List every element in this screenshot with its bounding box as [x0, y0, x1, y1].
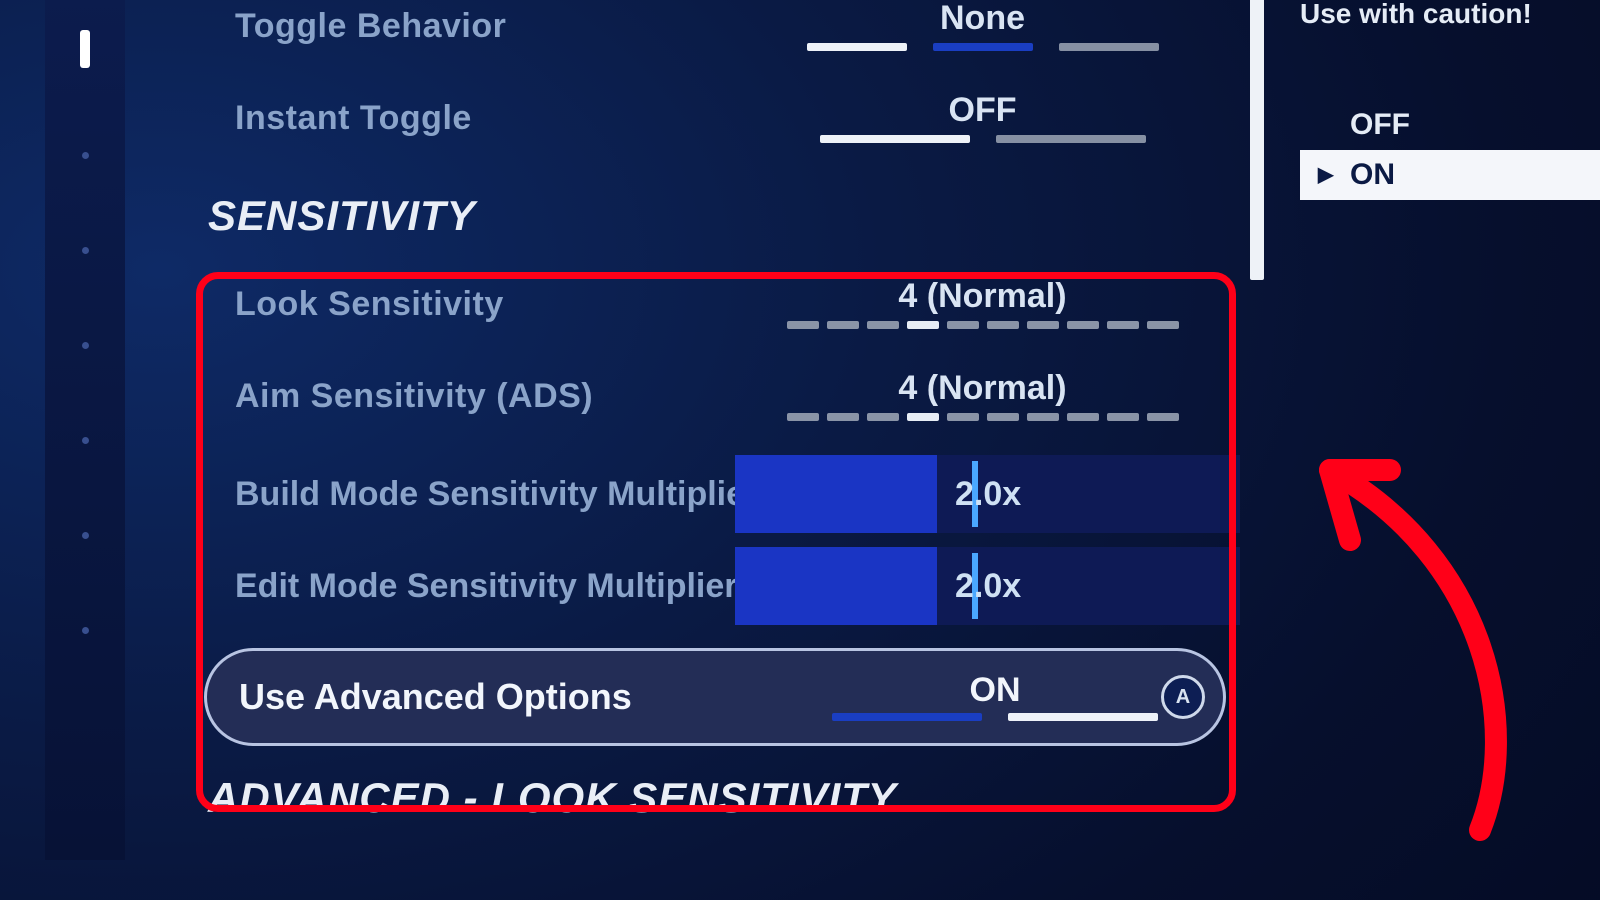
- slider-fill: [735, 547, 937, 625]
- label-aim-sensitivity: Aim Sensitivity (ADS): [235, 377, 755, 416]
- ticks-aim-sensitivity: [787, 413, 1179, 421]
- nav-dot-icon[interactable]: [82, 532, 89, 539]
- slider-fill: [735, 455, 937, 533]
- slider-build-multiplier[interactable]: 2.0x: [735, 455, 1240, 533]
- row-aim-sensitivity[interactable]: Aim Sensitivity (ADS) 4 (Normal): [190, 350, 1240, 442]
- nav-dot-icon[interactable]: [82, 152, 89, 159]
- label-look-sensitivity: Look Sensitivity: [235, 285, 755, 324]
- help-option-on[interactable]: ON: [1300, 150, 1600, 200]
- control-toggle-behavior[interactable]: None: [755, 1, 1210, 51]
- control-use-advanced[interactable]: ON: [799, 673, 1191, 721]
- value-instant-toggle: OFF: [949, 93, 1017, 127]
- help-panel: Use with caution! OFF ON: [1300, 0, 1600, 200]
- control-aim-sensitivity[interactable]: 4 (Normal): [755, 371, 1210, 421]
- row-look-sensitivity[interactable]: Look Sensitivity 4 (Normal): [190, 258, 1240, 350]
- row-edit-multiplier[interactable]: Edit Mode Sensitivity Multiplier 2.0x: [190, 546, 1240, 626]
- section-advanced-look: ADVANCED - LOOK SENSITIVITY: [190, 746, 1240, 840]
- nav-dot-icon[interactable]: [82, 247, 89, 254]
- row-instant-toggle[interactable]: Instant Toggle OFF: [190, 72, 1240, 164]
- label-use-advanced: Use Advanced Options: [239, 676, 799, 718]
- help-warning: Use with caution!: [1300, 0, 1600, 30]
- annotation-arrow-icon: [1270, 430, 1530, 850]
- left-nav: [45, 0, 125, 860]
- row-use-advanced-options[interactable]: Use Advanced Options ON A: [204, 648, 1226, 746]
- label-toggle-behavior: Toggle Behavior: [235, 7, 755, 46]
- scrollbar-thumb[interactable]: [1250, 0, 1264, 280]
- value-toggle-behavior: None: [940, 1, 1025, 35]
- row-toggle-behavior[interactable]: Toggle Behavior None: [190, 0, 1240, 72]
- segments-use-advanced: [832, 713, 1158, 721]
- section-sensitivity: SENSITIVITY: [190, 164, 1240, 258]
- control-look-sensitivity[interactable]: 4 (Normal): [755, 279, 1210, 329]
- label-build-multiplier: Build Mode Sensitivity Multiplier: [235, 475, 735, 514]
- value-use-advanced: ON: [970, 673, 1021, 707]
- slider-value: 2.0x: [955, 475, 1021, 514]
- help-option-off[interactable]: OFF: [1300, 100, 1600, 150]
- value-aim-sensitivity: 4 (Normal): [898, 371, 1066, 405]
- value-look-sensitivity: 4 (Normal): [898, 279, 1066, 313]
- nav-dot-icon[interactable]: [82, 627, 89, 634]
- segments-toggle-behavior: [807, 43, 1159, 51]
- segments-instant-toggle: [820, 135, 1146, 143]
- label-edit-multiplier: Edit Mode Sensitivity Multiplier: [235, 567, 735, 606]
- slider-value: 2.0x: [955, 567, 1021, 606]
- slider-edit-multiplier[interactable]: 2.0x: [735, 547, 1240, 625]
- nav-dot-icon[interactable]: [82, 437, 89, 444]
- settings-panel: Toggle Behavior None Instant Toggle OFF …: [190, 0, 1240, 900]
- label-instant-toggle: Instant Toggle: [235, 99, 755, 138]
- nav-item-active[interactable]: [80, 30, 90, 68]
- a-button-icon[interactable]: A: [1161, 675, 1205, 719]
- control-instant-toggle[interactable]: OFF: [755, 93, 1210, 143]
- row-build-multiplier[interactable]: Build Mode Sensitivity Multiplier 2.0x: [190, 454, 1240, 534]
- scrollbar[interactable]: [1250, 0, 1264, 840]
- ticks-look-sensitivity: [787, 321, 1179, 329]
- nav-dot-icon[interactable]: [82, 342, 89, 349]
